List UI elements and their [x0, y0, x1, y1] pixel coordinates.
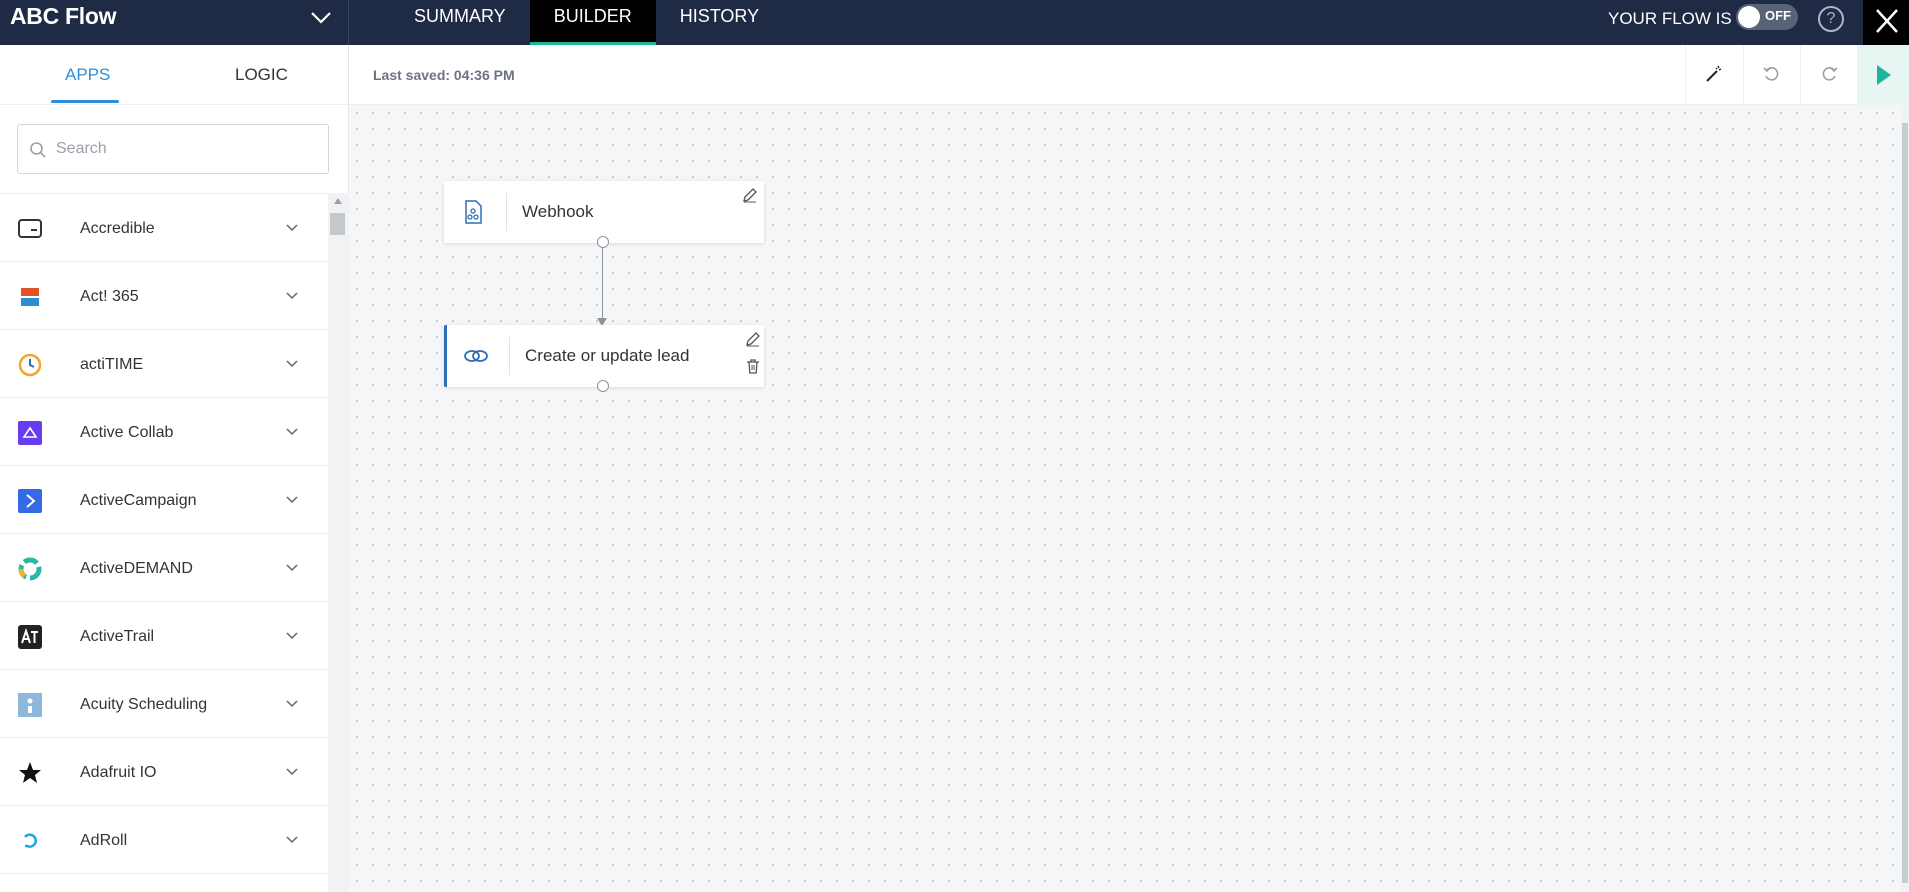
search-icon — [30, 142, 46, 158]
app-label: Adafruit IO — [80, 764, 157, 781]
close-icon — [1876, 9, 1898, 33]
last-saved-status: Last saved: 04:36 PM — [373, 67, 515, 83]
node-label: Create or update lead — [525, 346, 690, 365]
app-label: AdRoll — [80, 832, 128, 849]
search-input[interactable] — [56, 135, 316, 163]
list-item[interactable]: ActiveDEMAND — [0, 534, 328, 602]
node-divider — [509, 337, 510, 375]
connector-line — [602, 248, 603, 320]
app-label: Active Collab — [80, 424, 174, 441]
magic-wand-button[interactable] — [1685, 45, 1742, 105]
list-item[interactable]: Acuity Scheduling — [0, 670, 328, 738]
chevron-down-icon[interactable] — [284, 628, 300, 644]
activecampaign-icon — [18, 489, 42, 513]
close-button[interactable] — [1863, 0, 1909, 45]
adroll-icon — [24, 833, 37, 848]
chevron-down-icon[interactable] — [284, 220, 300, 236]
edit-icon[interactable] — [745, 331, 761, 347]
list-item[interactable]: actiTIME — [0, 330, 328, 398]
redo-button[interactable] — [1800, 45, 1857, 105]
list-item[interactable]: Act! 365 — [0, 262, 328, 330]
canvas-toolbar: Last saved: 04:36 PM — [349, 45, 1909, 105]
link-icon — [464, 350, 488, 362]
main-tabs: SUMMARY BUILDER HISTORY — [390, 0, 783, 45]
chevron-down-icon[interactable] — [284, 560, 300, 576]
trash-icon[interactable] — [745, 358, 761, 374]
tab-logic[interactable]: LOGIC — [235, 65, 288, 85]
scrollbar-thumb[interactable] — [1902, 123, 1908, 883]
undo-button[interactable] — [1743, 45, 1800, 105]
chevron-down-icon[interactable] — [284, 356, 300, 372]
list-item[interactable]: AdRoll — [0, 806, 328, 874]
app-label: ActiveCampaign — [80, 492, 197, 509]
play-icon — [1877, 65, 1891, 85]
node-output-port[interactable] — [597, 380, 609, 392]
activetrail-icon — [18, 625, 42, 649]
scroll-up-arrow[interactable] — [334, 198, 342, 204]
list-item[interactable]: Accredible — [0, 194, 328, 262]
canvas-scrollbar[interactable] — [1901, 105, 1909, 892]
flow-name-selector[interactable]: ABC Flow — [0, 0, 349, 45]
list-item[interactable]: Active Collab — [0, 398, 328, 466]
chevron-down-icon[interactable] — [284, 832, 300, 848]
flow-status-label: YOUR FLOW IS — [1608, 9, 1732, 28]
flow-node-create-or-update-lead[interactable]: Create or update lead — [444, 325, 764, 387]
node-output-port[interactable] — [597, 236, 609, 248]
active-collab-icon — [18, 421, 42, 445]
sidebar: APPS LOGIC Accredible Act! 365 — [0, 45, 349, 892]
top-bar: ABC Flow SUMMARY BUILDER HISTORY YOUR FL… — [0, 0, 1909, 45]
adafruit-io-icon — [19, 762, 41, 783]
tab-apps[interactable]: APPS — [65, 65, 110, 85]
accredible-icon — [18, 219, 42, 238]
redo-icon — [1822, 67, 1838, 81]
list-item[interactable]: Adafruit IO — [0, 738, 328, 806]
app-label: Act! 365 — [80, 288, 139, 305]
chevron-down-icon[interactable] — [284, 424, 300, 440]
flow-toggle[interactable]: OFF — [1736, 4, 1798, 30]
flow-node-webhook[interactable]: Webhook — [444, 181, 764, 243]
tab-builder[interactable]: BUILDER — [529, 0, 656, 45]
undo-icon — [1763, 67, 1779, 81]
tab-history[interactable]: HISTORY — [656, 0, 783, 45]
app-label: Acuity Scheduling — [80, 696, 208, 713]
chevron-down-icon[interactable] — [284, 492, 300, 508]
chevron-down-icon[interactable] — [284, 696, 300, 712]
webhook-icon — [465, 200, 482, 224]
app-label: ActiveTrail — [80, 628, 155, 645]
flow-title: ABC Flow — [10, 3, 117, 29]
app-label: Accredible — [80, 220, 155, 237]
app-label: actiTIME — [80, 356, 144, 373]
chevron-down-icon[interactable] — [306, 3, 336, 33]
app-label: ActiveDEMAND — [80, 560, 193, 577]
activedemand-icon — [18, 557, 42, 581]
acuity-scheduling-icon — [18, 693, 42, 717]
act365-icon — [21, 288, 39, 306]
app-list-scrollbar[interactable] — [328, 193, 349, 892]
toggle-knob — [1738, 6, 1760, 28]
sidebar-tabs: APPS LOGIC — [0, 45, 349, 105]
tab-summary[interactable]: SUMMARY — [390, 0, 530, 45]
list-item[interactable]: ActiveCampaign — [0, 466, 328, 534]
magic-wand-icon — [1706, 65, 1722, 82]
toggle-text: OFF — [1765, 8, 1791, 23]
edit-icon[interactable] — [742, 187, 758, 203]
active-tab-indicator — [51, 100, 119, 103]
list-item[interactable]: ActiveTrail — [0, 602, 328, 670]
chevron-down-icon[interactable] — [284, 288, 300, 304]
run-button[interactable] — [1857, 45, 1909, 105]
chevron-down-icon[interactable] — [284, 764, 300, 780]
scrollbar-thumb[interactable] — [330, 213, 345, 235]
app-list: Accredible Act! 365 actiTIME Active Coll… — [0, 193, 328, 892]
search-box[interactable] — [17, 124, 329, 174]
help-icon[interactable]: ? — [1818, 6, 1844, 32]
actitime-icon — [18, 353, 42, 377]
node-divider — [506, 193, 507, 231]
node-label: Webhook — [522, 202, 594, 221]
